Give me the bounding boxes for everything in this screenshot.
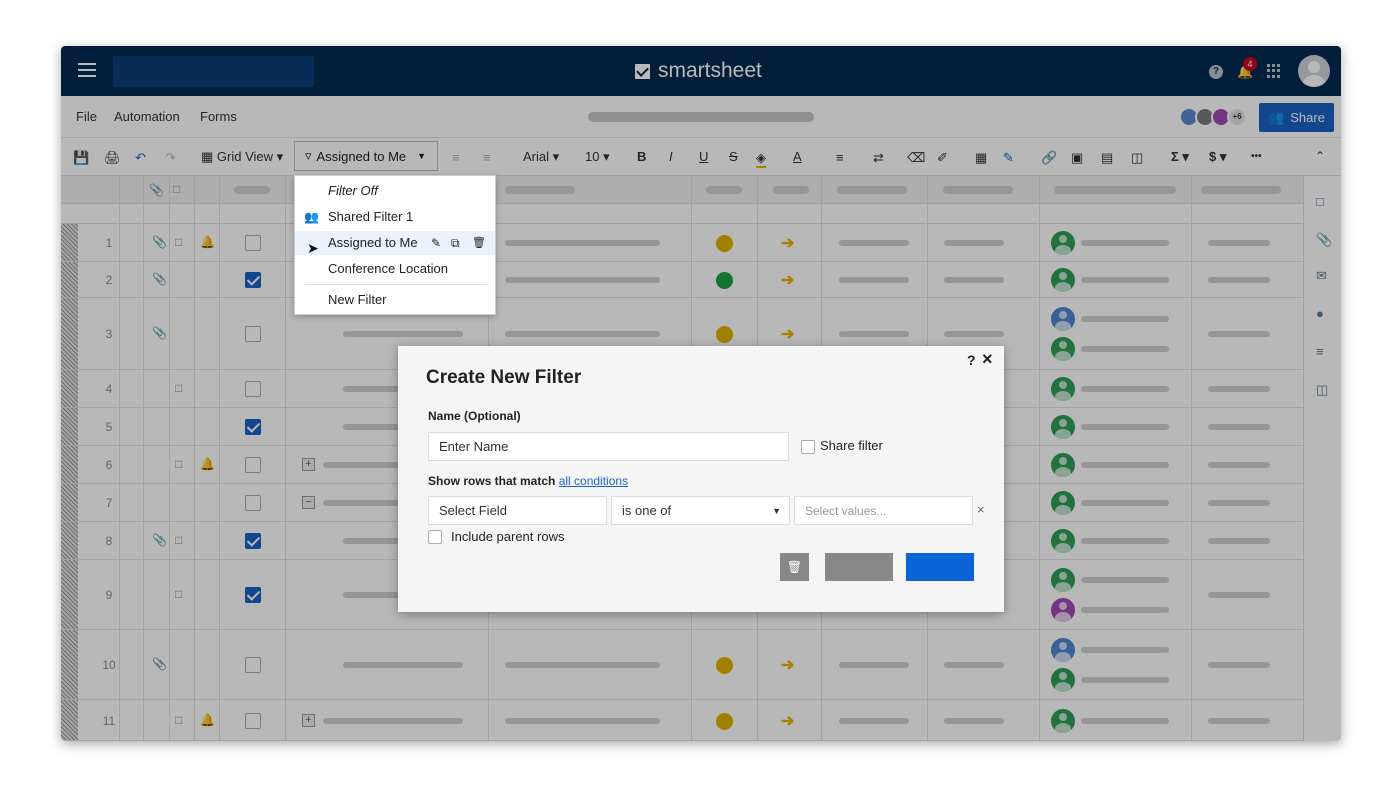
dialog-title: Create New Filter [426,367,582,388]
include-parent-label: Include parent rows [451,529,565,544]
mouse-cursor-icon: ➤ [307,240,319,256]
name-label: Name (Optional) [428,409,521,423]
match-text: Show rows that match [428,474,559,488]
operator-dropdown[interactable]: is one of ▼ [611,496,790,525]
apply-button[interactable] [906,553,974,581]
cancel-button[interactable] [825,553,893,581]
trash-icon[interactable]: 🗑 [472,231,486,255]
shared-people-icon: 👥 [304,210,319,224]
delete-filter-button[interactable]: 🗑 [780,553,809,581]
operator-value: is one of [622,503,672,518]
remove-condition-icon[interactable]: × [977,502,985,517]
dialog-close-icon[interactable]: × [982,349,993,370]
share-filter-label: Share filter [820,438,883,453]
all-conditions-link[interactable]: all conditions [559,474,628,488]
share-filter-checkbox[interactable] [801,440,815,454]
select-field-dropdown[interactable]: Select Field [428,496,607,525]
assigned-to-me-item[interactable]: Assigned to Me ✎ ⧉ 🗑 [295,231,495,255]
trash-icon: 🗑 [786,560,803,574]
smartsheet-window: smartsheet ? 🔔 4 File Automation Forms +… [61,46,1341,741]
shared-filter-item[interactable]: 👥 Shared Filter 1 [295,205,495,229]
filter-menu: Filter Off 👥 Shared Filter 1 Assigned to … [294,175,496,315]
filter-off-item[interactable]: Filter Off [295,179,495,203]
include-parent-checkbox[interactable] [428,530,442,544]
create-filter-dialog: ? × Create New Filter Name (Optional) En… [398,346,1004,612]
conference-location-item[interactable]: Conference Location [295,257,495,281]
assigned-filter-label: Assigned to Me [328,235,418,250]
chevron-down-icon: ▼ [772,505,781,516]
match-label: Show rows that match all conditions [428,474,628,488]
select-values-input[interactable]: Select values... [794,496,973,525]
dialog-help-icon[interactable]: ? [967,352,976,368]
menu-divider [305,284,487,285]
new-filter-item[interactable]: New Filter [295,288,495,312]
edit-pencil-icon[interactable]: ✎ [431,231,441,255]
shared-filter-label: Shared Filter 1 [328,209,414,224]
filter-name-input[interactable]: Enter Name [428,432,789,461]
duplicate-icon[interactable]: ⧉ [451,231,460,255]
